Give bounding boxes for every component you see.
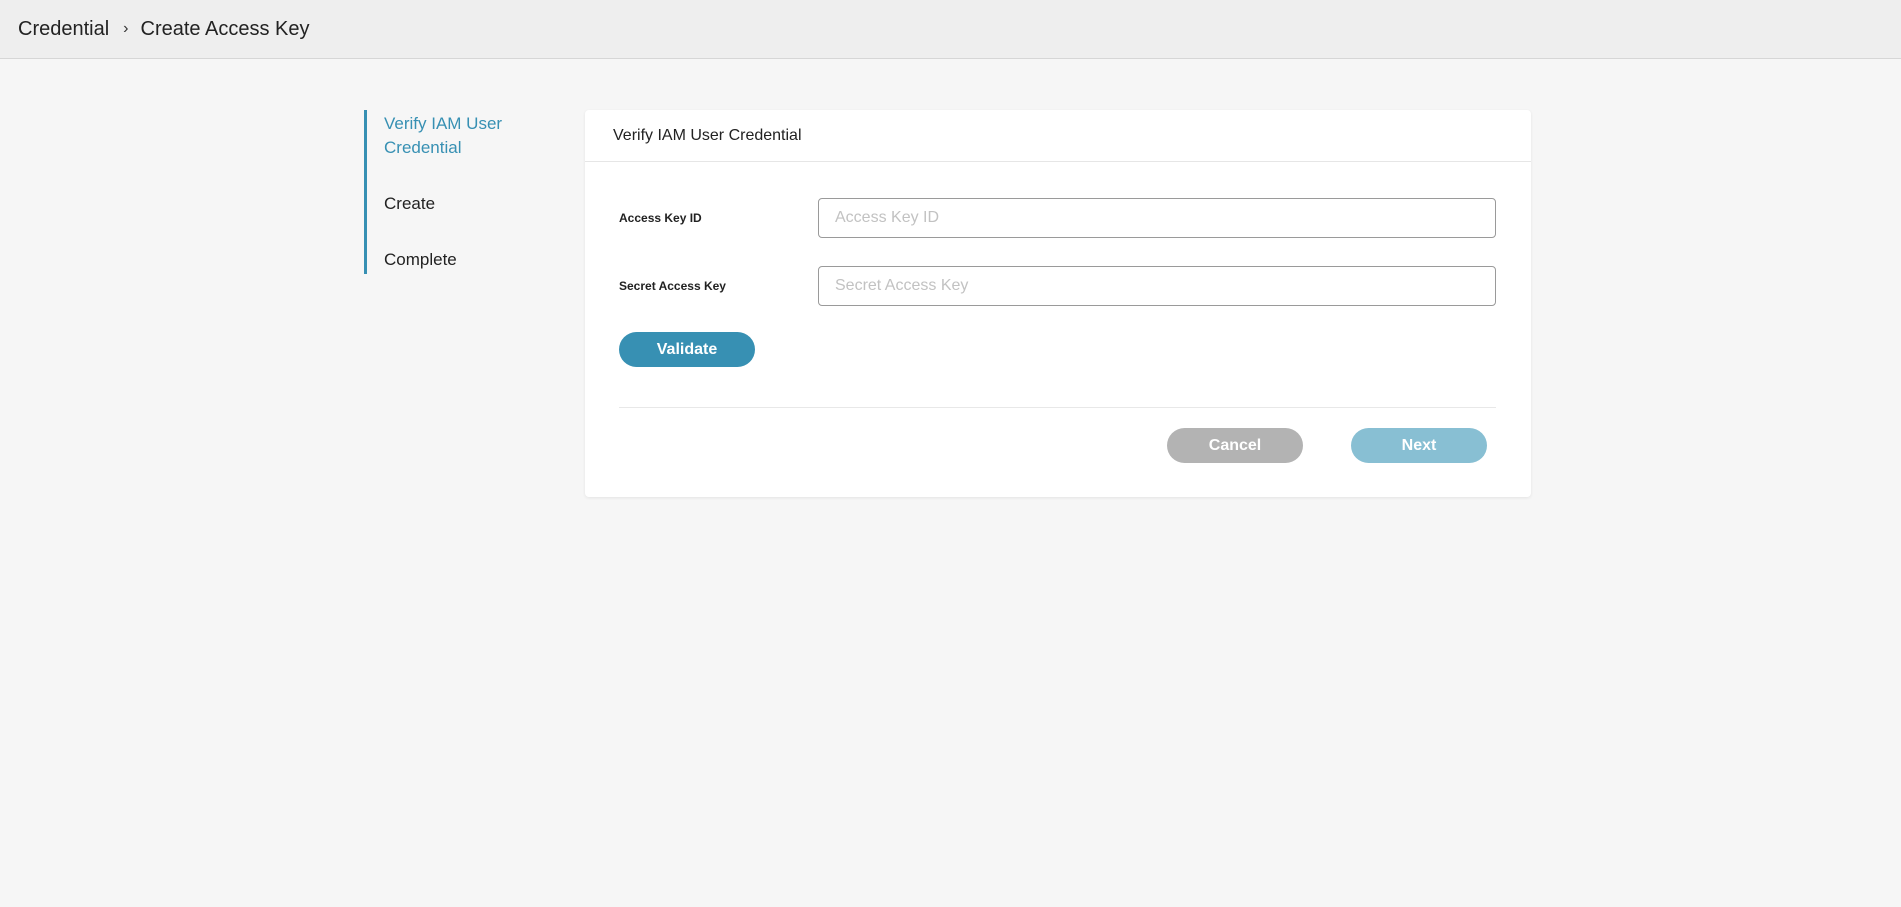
step-complete: Complete [384, 250, 457, 269]
secret-access-key-label: Secret Access Key [619, 279, 726, 293]
step-verify-iam-user-credential: Verify IAM User Credential [384, 114, 503, 157]
access-key-id-row: Access Key ID [619, 198, 1496, 238]
validate-button[interactable]: Validate [619, 332, 755, 367]
access-key-id-label: Access Key ID [619, 211, 702, 225]
card-title: Verify IAM User Credential [585, 110, 1531, 162]
breadcrumb-item-credential[interactable]: Credential [18, 18, 109, 41]
secret-access-key-row: Secret Access Key [619, 266, 1496, 306]
next-button[interactable]: Next [1351, 428, 1487, 463]
secret-access-key-input[interactable] [818, 266, 1496, 306]
access-key-id-input[interactable] [818, 198, 1496, 238]
step-create: Create [384, 194, 436, 213]
breadcrumb: Credential › Create Access Key [0, 0, 1901, 59]
credential-card: Verify IAM User Credential Access Key ID… [585, 110, 1531, 497]
wizard-steps: Verify IAM User Credential Create Comple… [364, 110, 547, 274]
divider [619, 407, 1496, 408]
cancel-button[interactable]: Cancel [1167, 428, 1303, 463]
breadcrumb-item-create-access-key: Create Access Key [140, 17, 310, 40]
chevron-right-icon: › [123, 20, 129, 37]
